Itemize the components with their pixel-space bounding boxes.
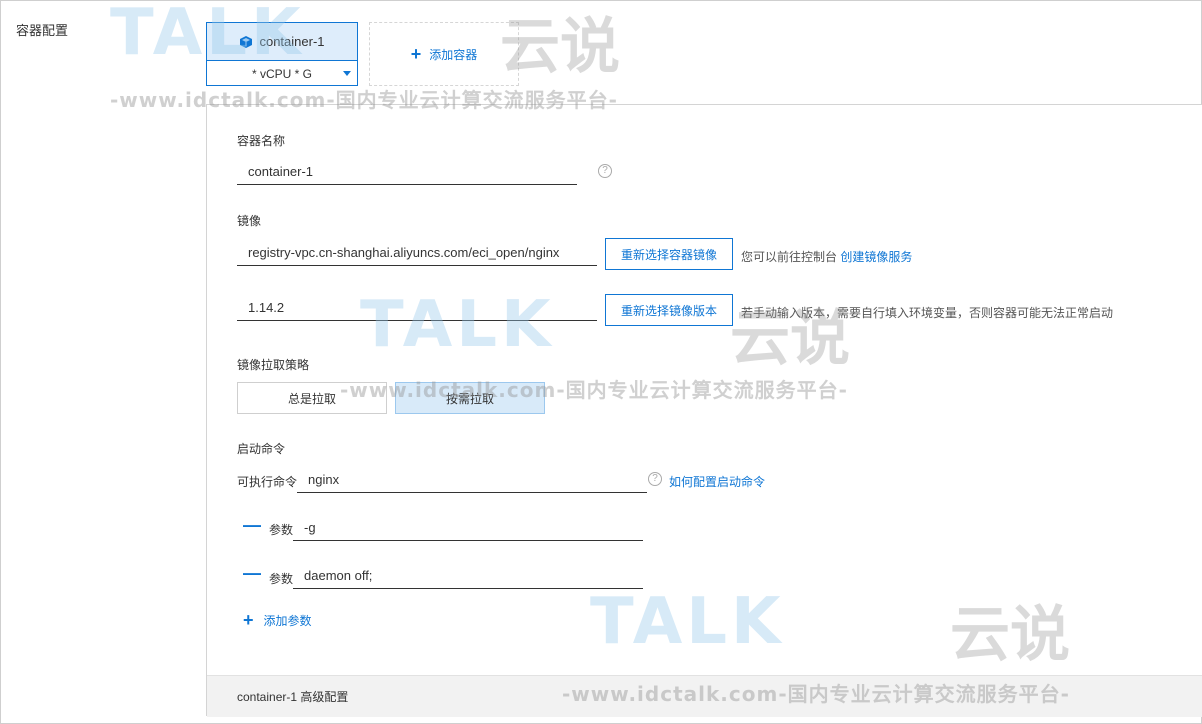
arg-input-2[interactable]: daemon off; bbox=[293, 563, 643, 589]
version-hint: 若手动输入版本，需要自行填入环境变量，否则容器可能无法正常启动 bbox=[741, 306, 1114, 320]
minus-icon[interactable]: — bbox=[243, 516, 261, 534]
config-cmd-link[interactable]: 如何配置启动命令 bbox=[669, 473, 765, 490]
image-hint-text: 您可以前往控制台 bbox=[741, 250, 838, 264]
plus-icon: + bbox=[243, 610, 254, 630]
start-cmd-label: 启动命令 bbox=[237, 442, 286, 456]
reselect-version-button[interactable]: 重新选择镜像版本 bbox=[605, 294, 733, 326]
create-image-service-link[interactable]: 创建镜像服务 bbox=[840, 250, 912, 264]
container-name-input[interactable]: container-1 bbox=[237, 159, 577, 185]
exec-cmd-label: 可执行命令 bbox=[237, 475, 298, 489]
arg-label-2: 参数 bbox=[269, 572, 294, 586]
container-tab[interactable]: container-1 * vCPU * G bbox=[206, 22, 358, 86]
add-arg-button[interactable]: + 添加参数 bbox=[243, 611, 312, 629]
minus-icon[interactable]: — bbox=[243, 564, 261, 582]
arg-label-1: 参数 bbox=[269, 523, 294, 537]
add-container-button[interactable]: + 添加容器 bbox=[369, 22, 519, 86]
container-spec-value: * vCPU * G bbox=[251, 66, 312, 81]
caret-down-icon bbox=[343, 71, 351, 76]
pull-policy-always[interactable]: 总是拉取 bbox=[237, 382, 387, 414]
section-label: 容器配置 bbox=[16, 23, 69, 38]
container-config-panel: 容器名称 container-1 ? 镜像 registry-vpc.cn-sh… bbox=[206, 104, 1202, 717]
cube-icon bbox=[240, 35, 253, 48]
advanced-config-bar[interactable]: container-1 高级配置 bbox=[207, 675, 1202, 717]
help-icon[interactable]: ? bbox=[598, 164, 612, 178]
image-input[interactable]: registry-vpc.cn-shanghai.aliyuncs.com/ec… bbox=[237, 240, 597, 266]
exec-cmd-input[interactable]: nginx bbox=[297, 467, 647, 493]
image-version-input[interactable]: 1.14.2 bbox=[237, 295, 597, 321]
pull-policy-if-not-present[interactable]: 按需拉取 bbox=[395, 382, 545, 414]
reselect-image-button[interactable]: 重新选择容器镜像 bbox=[605, 238, 733, 270]
pull-policy-label: 镜像拉取策略 bbox=[237, 358, 310, 372]
container-tab-name: container-1 bbox=[259, 34, 325, 49]
image-label: 镜像 bbox=[237, 214, 262, 228]
add-arg-label: 添加参数 bbox=[263, 613, 312, 628]
container-spec-select[interactable]: * vCPU * G bbox=[207, 61, 357, 86]
arg-input-1[interactable]: -g bbox=[293, 515, 643, 541]
plus-icon: + bbox=[410, 44, 422, 64]
image-hint: 您可以前往控制台 创建镜像服务 bbox=[741, 248, 912, 265]
container-name-label: 容器名称 bbox=[237, 134, 286, 148]
container-tab-header[interactable]: container-1 bbox=[207, 23, 357, 61]
help-icon[interactable]: ? bbox=[648, 472, 662, 486]
add-container-label: 添加容器 bbox=[429, 47, 478, 62]
